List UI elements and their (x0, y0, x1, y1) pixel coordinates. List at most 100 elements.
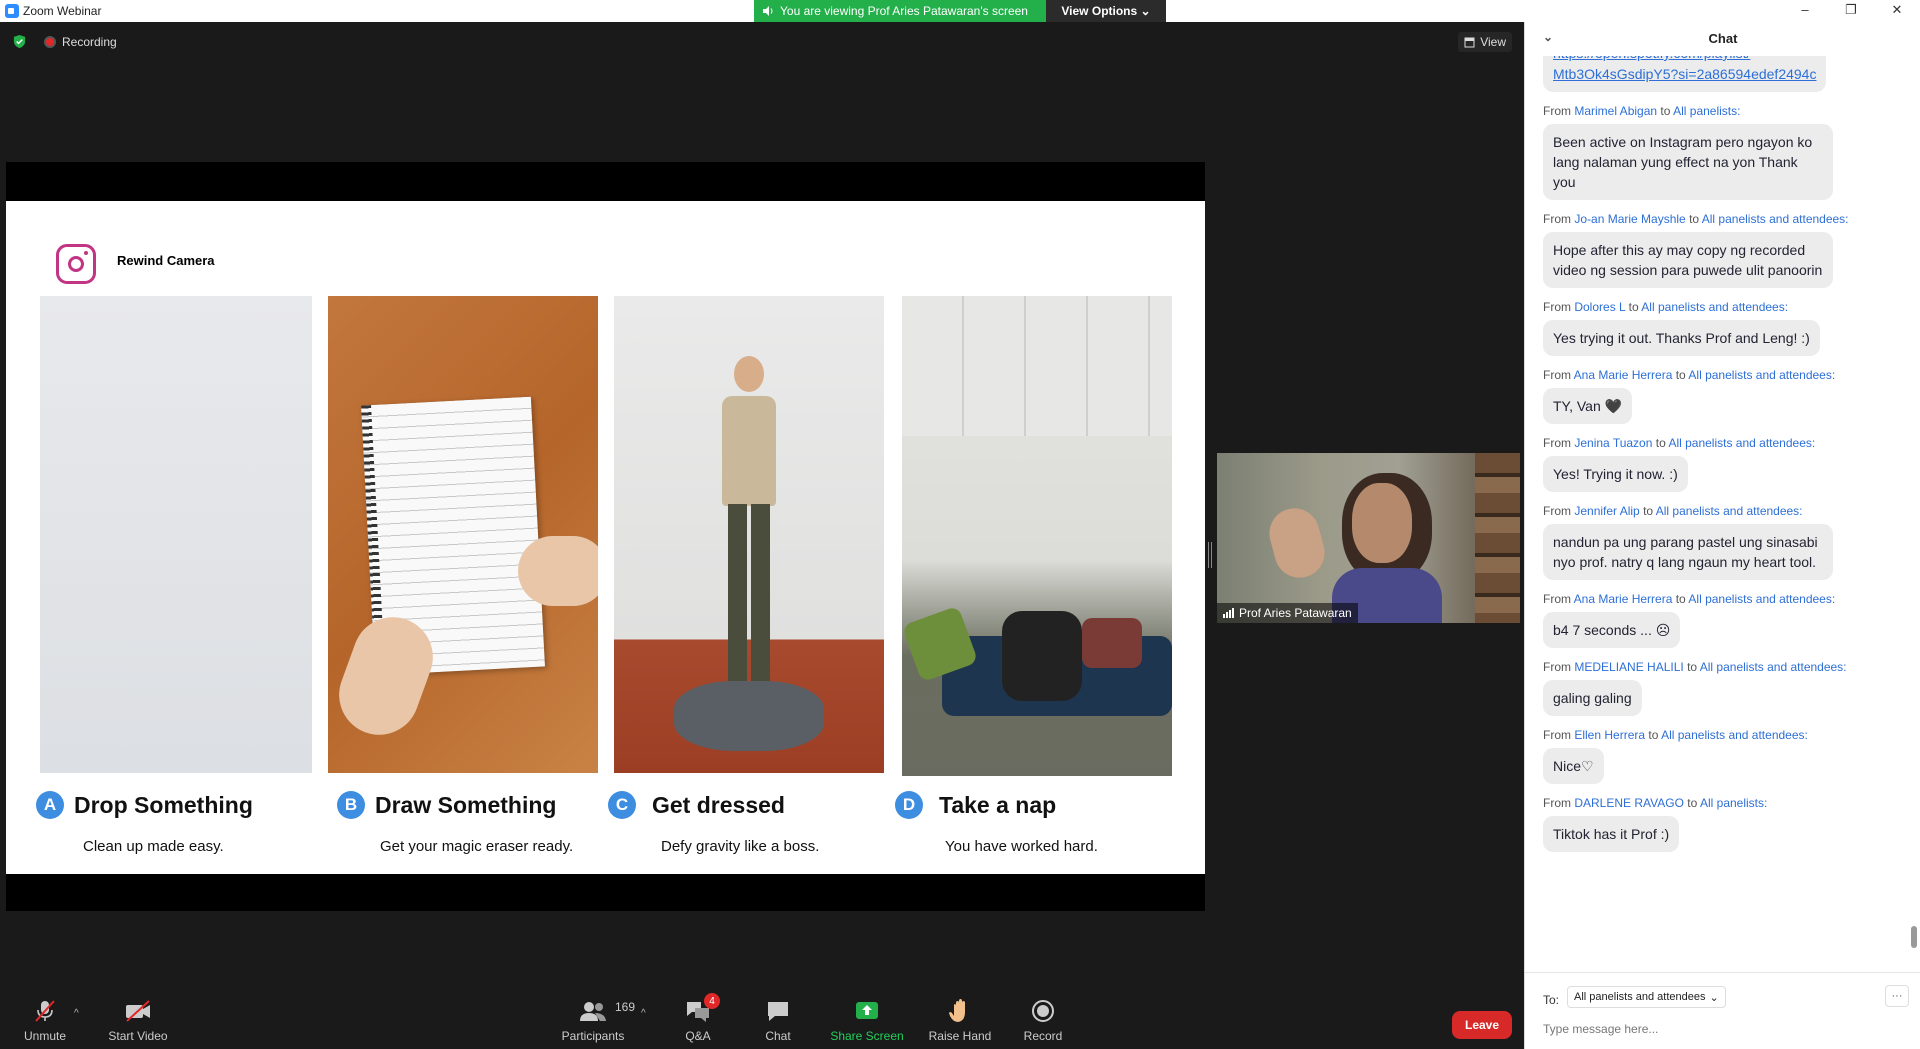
raise-hand-icon (949, 999, 965, 1022)
window-title: Zoom Webinar (23, 4, 102, 18)
screen-share-banner: You are viewing Prof Aries Patawaran's s… (754, 0, 1166, 22)
zoom-webinar-window: Zoom Webinar You are viewing Prof Aries … (0, 0, 1920, 1049)
sender-name[interactable]: Marimel Abigan (1574, 104, 1657, 118)
to-label: To: (1543, 993, 1560, 1007)
sender-name[interactable]: Jo-an Marie Mayshle (1574, 212, 1685, 226)
bookshelf-image (1475, 453, 1520, 623)
sender-name[interactable]: Dolores L (1574, 300, 1625, 314)
raise-hand-button[interactable]: Raise Hand (925, 998, 995, 1043)
take-a-nap-image (902, 296, 1172, 776)
collapse-chevron-icon[interactable]: ⌄ (1543, 30, 1553, 44)
chat-footer: To: All panelists and attendees ⌄ ··· (1525, 972, 1920, 1049)
sender-name[interactable]: DARLENE RAVAGO (1574, 796, 1684, 810)
unmute-button[interactable]: Unmute (10, 998, 80, 1043)
recipient-value: All panelists and attendees (1574, 991, 1706, 1003)
presenter-face-image (1352, 483, 1412, 563)
presenter-name: Prof Aries Patawaran (1239, 606, 1352, 620)
participants-options-caret-icon[interactable]: ^ (641, 1008, 646, 1019)
presenter-name-tag: Prof Aries Patawaran (1217, 603, 1358, 623)
message-sender-line: From Dolores L to All panelists and atte… (1543, 300, 1910, 314)
view-button[interactable]: View (1458, 32, 1512, 52)
caption-title-a: Drop Something (74, 791, 253, 818)
recipient-name: All panelists and attendees: (1688, 368, 1836, 382)
message-text: Been active on Instagram pero ngayon ko … (1543, 124, 1833, 200)
recording-indicator[interactable]: Recording (44, 35, 117, 49)
draw-something-image (328, 296, 598, 773)
sender-name[interactable]: MEDELIANE HALILI (1574, 660, 1683, 674)
message-sender-line: From Ellen Herrera to All panelists and … (1543, 728, 1910, 742)
link-text: Mtb3Ok4sGsdipY5?si=2a86594edef2494c (1553, 66, 1817, 82)
message-text: Yes! Trying it now. :) (1543, 456, 1688, 492)
audio-options-caret-icon[interactable]: ^ (74, 1008, 79, 1019)
to-word: to (1648, 728, 1659, 742)
message-sender-line: From Marimel Abigan to All panelists: (1543, 104, 1910, 118)
recipient-name: All panelists: (1673, 104, 1741, 118)
person-image (714, 356, 784, 686)
record-button[interactable]: Record (1008, 998, 1078, 1043)
start-video-button[interactable]: Start Video (103, 998, 173, 1043)
sender-name[interactable]: Ellen Herrera (1574, 728, 1645, 742)
playlist-link[interactable]: https://open.spotify.com/playlist/ Mtb3O… (1543, 56, 1827, 92)
from-word: From (1543, 436, 1571, 450)
recipient-name: All panelists and attendees: (1661, 728, 1808, 742)
split-view-drag-handle[interactable] (1208, 542, 1212, 568)
from-word: From (1543, 504, 1571, 518)
record-label: Record (1023, 1029, 1063, 1043)
encryption-shield-icon[interactable] (12, 34, 27, 49)
letter-badge-b: B (337, 791, 365, 819)
letter-badge-c: C (608, 791, 636, 819)
sender-name[interactable]: Jenina Tuazon (1574, 436, 1652, 450)
caption-subtitle-b: Get your magic eraser ready. (380, 838, 574, 855)
chat-scrollbar[interactable] (1911, 60, 1917, 958)
start-video-label: Start Video (108, 1029, 168, 1043)
clothes-pile-image (674, 681, 824, 751)
restore-button[interactable]: ❐ (1828, 0, 1874, 22)
share-screen-button[interactable]: Share Screen (830, 998, 904, 1043)
view-label: View (1480, 35, 1506, 49)
red-pillow-image (1082, 618, 1142, 668)
message-text: b4 7 seconds ... ☹ (1543, 612, 1681, 648)
signal-strength-icon (1223, 608, 1234, 618)
caption-b: B Draw Something (337, 791, 556, 819)
recipient-name: All panelists and attendees: (1701, 212, 1849, 226)
chat-button[interactable]: Chat (743, 998, 813, 1043)
more-options-button[interactable]: ··· (1885, 985, 1909, 1007)
leave-button[interactable]: Leave (1452, 1011, 1512, 1039)
minimize-button[interactable]: – (1782, 0, 1828, 22)
caption-d: D Take a nap (895, 791, 1056, 819)
viewing-screen-notice: You are viewing Prof Aries Patawaran's s… (754, 0, 1046, 22)
sender-name[interactable]: Ana Marie Herrera (1574, 368, 1673, 382)
participants-button[interactable]: 169 Participants (558, 998, 635, 1043)
letter-badge-a: A (36, 791, 64, 819)
letter-badge-d: D (895, 791, 923, 819)
participants-count: 169 (615, 1000, 636, 1014)
chat-message: From DARLENE RAVAGO to All panelists: Tik… (1525, 796, 1910, 852)
message-sender-line: From MEDELIANE HALILI to All panelists a… (1543, 660, 1910, 674)
recipient-dropdown[interactable]: All panelists and attendees ⌄ (1567, 986, 1726, 1008)
share-screen-label: Share Screen (830, 1029, 904, 1043)
recipient-name: All panelists and attendees: (1655, 504, 1803, 518)
message-input[interactable] (1543, 1019, 1903, 1039)
recipient-name: All panelists: (1699, 796, 1768, 810)
to-word: to (1687, 796, 1698, 810)
record-icon (1032, 1000, 1054, 1022)
chevron-down-icon: ⌄ (1140, 4, 1151, 18)
view-options-button[interactable]: View Options ⌄ (1046, 0, 1166, 22)
presenter-video[interactable]: Prof Aries Patawaran (1217, 453, 1520, 623)
recipient-name: All panelists and attendees: (1641, 300, 1789, 314)
message-sender-line: From Jo-an Marie Mayshle to All panelist… (1543, 212, 1910, 226)
viewing-screen-text: You are viewing Prof Aries Patawaran's s… (780, 4, 1028, 18)
writing-hand-image (518, 536, 598, 606)
sender-name[interactable]: Jennifer Alip (1574, 504, 1639, 518)
participants-icon (580, 1002, 606, 1021)
caption-title-d: Take a nap (939, 791, 1057, 818)
scrollbar-thumb[interactable] (1911, 926, 1917, 948)
sender-name[interactable]: Ana Marie Herrera (1574, 592, 1673, 606)
close-button[interactable]: ✕ (1874, 0, 1920, 22)
caption-title-c: Get dressed (652, 791, 785, 818)
chat-message: From Ana Marie Herrera to All panelists … (1525, 368, 1910, 424)
presentation-slide: Rewind Camera A Drop Something Clean up … (6, 201, 1205, 874)
qa-button[interactable]: 4 Q&A (663, 993, 733, 1043)
sleeping-person-image (1002, 611, 1082, 701)
chat-message-list[interactable]: https://open.spotify.com/playlist/ Mtb3O… (1525, 56, 1910, 972)
